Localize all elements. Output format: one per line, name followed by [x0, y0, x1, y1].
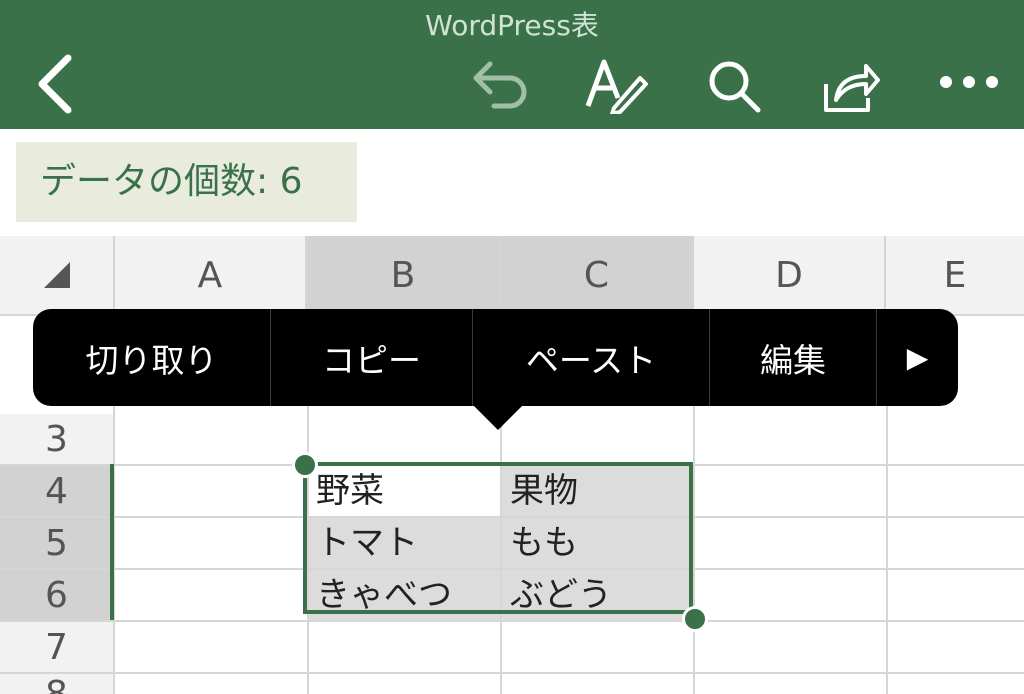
more-button[interactable]	[938, 74, 1000, 90]
menu-item-edit[interactable]: 編集	[710, 309, 876, 406]
document-title: WordPress表	[425, 9, 599, 42]
menu-item-paste[interactable]: ペースト	[473, 309, 709, 406]
selection-handle-bottom-right[interactable]	[682, 606, 708, 632]
column-header-d[interactable]: D	[694, 236, 886, 314]
draw-button[interactable]	[584, 56, 650, 114]
back-button[interactable]	[34, 52, 78, 116]
top-toolbar: WordPress表	[0, 0, 1024, 129]
select-all-triangle-icon	[43, 262, 70, 288]
column-header-a[interactable]: A	[115, 236, 307, 314]
context-menu-pointer	[472, 404, 524, 430]
share-icon	[824, 64, 880, 112]
back-arrow-icon	[38, 54, 72, 114]
search-button[interactable]	[706, 58, 762, 114]
share-button[interactable]	[820, 54, 882, 116]
undo-icon	[473, 61, 527, 109]
row-header-5[interactable]: 5	[0, 518, 113, 568]
row-header-7[interactable]: 7	[0, 622, 113, 672]
row-header-8[interactable]: 8	[0, 674, 113, 694]
grid-line	[0, 672, 1024, 674]
row-selection-indicator	[110, 464, 114, 620]
search-icon	[709, 61, 761, 113]
column-header-b[interactable]: B	[307, 236, 501, 314]
selection-range[interactable]	[303, 462, 693, 614]
row-header-6[interactable]: 6	[0, 570, 113, 620]
select-all-corner[interactable]	[0, 236, 115, 314]
column-header-c[interactable]: C	[501, 236, 694, 314]
row-header-3[interactable]: 3	[0, 414, 113, 464]
status-count-text: データの個数: 6	[40, 161, 303, 202]
context-menu: 切り取り コピー ペースト 編集 ▶	[33, 309, 958, 406]
column-header-e[interactable]: E	[886, 236, 1024, 314]
more-icon	[940, 76, 998, 88]
status-summary: データの個数: 6	[16, 142, 357, 222]
undo-button[interactable]	[470, 58, 530, 110]
menu-more-button[interactable]: ▶	[877, 309, 958, 406]
selection-handle-top-left[interactable]	[292, 452, 318, 478]
menu-item-copy[interactable]: コピー	[271, 309, 472, 406]
spreadsheet-grid[interactable]: A B C D E 3 4 5 6 7 8 野菜 果物 トマト もも きゃべつ …	[0, 236, 1024, 694]
pen-draw-icon	[585, 59, 648, 114]
menu-item-cut[interactable]: 切り取り	[33, 309, 270, 406]
grid-line	[0, 620, 1024, 622]
row-header-4[interactable]: 4	[0, 466, 113, 516]
